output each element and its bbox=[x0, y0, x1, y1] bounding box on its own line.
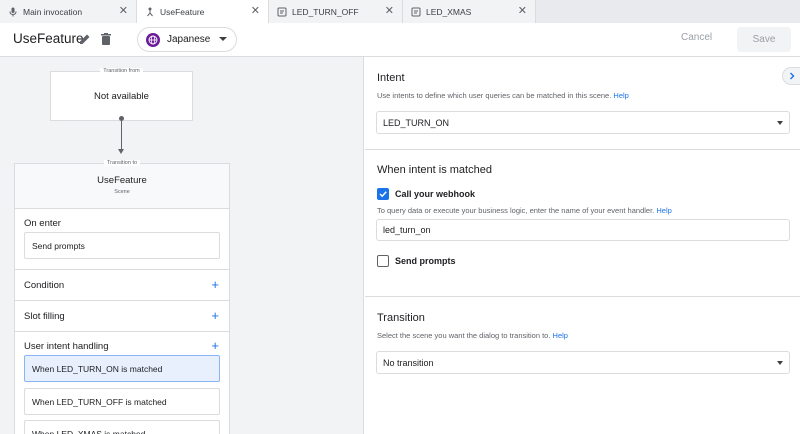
on-enter-section: On enter Send prompts bbox=[15, 209, 229, 270]
intent-handler-item[interactable]: When LED_TURN_OFF is matched bbox=[24, 388, 220, 415]
webhook-description-text: To query data or execute your business l… bbox=[377, 206, 655, 215]
transition-to-caption: Transition to bbox=[103, 160, 141, 166]
intent-select[interactable]: LED_TURN_ON bbox=[376, 111, 790, 134]
send-prompts-checkbox[interactable] bbox=[377, 255, 389, 267]
slot-filling-label: Slot filling bbox=[24, 311, 65, 322]
condition-section[interactable]: Condition + bbox=[15, 270, 229, 301]
divider bbox=[365, 296, 800, 297]
page-title: UseFeature bbox=[13, 31, 84, 46]
handler-name-input[interactable]: led_turn_on bbox=[376, 219, 790, 241]
close-icon[interactable]: ✕ bbox=[119, 6, 128, 17]
add-condition-icon[interactable]: + bbox=[211, 278, 219, 291]
tab-label: LED_XMAS bbox=[426, 6, 472, 17]
send-prompts-label: Send prompts bbox=[395, 256, 456, 266]
on-enter-label: On enter bbox=[24, 218, 61, 229]
close-icon[interactable]: ✕ bbox=[518, 6, 527, 17]
intent-description: Use intents to define which user queries… bbox=[377, 91, 629, 100]
tab-bar: Main invocation ✕ UseFeature ✕ LED_TURN_… bbox=[0, 0, 800, 23]
language-selector[interactable]: Japanese bbox=[137, 27, 237, 52]
webhook-description: To query data or execute your business l… bbox=[377, 206, 672, 215]
language-label: Japanese bbox=[167, 34, 211, 45]
add-intent-icon[interactable]: + bbox=[211, 339, 219, 352]
intent-handler-panel: Intent Use intents to define which user … bbox=[365, 57, 800, 434]
tab-label: UseFeature bbox=[160, 6, 205, 17]
save-button[interactable]: Save bbox=[737, 27, 791, 52]
webhook-help-link[interactable]: Help bbox=[656, 206, 671, 215]
when-matched-heading: When intent is matched bbox=[377, 164, 492, 176]
divider bbox=[365, 149, 800, 150]
handler-name-value: led_turn_on bbox=[383, 225, 431, 235]
chevron-down-icon bbox=[219, 37, 227, 41]
intent-icon bbox=[277, 7, 287, 17]
add-slot-icon[interactable]: + bbox=[211, 309, 219, 322]
connector-line bbox=[121, 121, 122, 151]
intent-description-text: Use intents to define which user queries… bbox=[377, 91, 612, 100]
transition-select[interactable]: No transition bbox=[376, 351, 790, 374]
tab-label: LED_TURN_OFF bbox=[292, 6, 359, 17]
user-intent-handling-label: User intent handling bbox=[24, 341, 109, 352]
check-icon bbox=[379, 191, 387, 198]
edit-icon[interactable] bbox=[78, 32, 92, 46]
scene-card-header[interactable]: UseFeature Scene bbox=[15, 164, 229, 209]
tab-led-turn-off[interactable]: LED_TURN_OFF ✕ bbox=[269, 0, 403, 23]
transition-from-value: Not available bbox=[94, 91, 149, 102]
transition-help-link[interactable]: Help bbox=[553, 331, 568, 340]
expand-panel-button[interactable] bbox=[782, 67, 800, 85]
webhook-label: Call your webhook bbox=[395, 189, 476, 199]
transition-from-caption: Transition from bbox=[100, 68, 143, 74]
transition-from-node: Transition from Not available bbox=[50, 68, 193, 121]
intent-handler-item[interactable]: When LED_XMAS is matched bbox=[24, 420, 220, 434]
tab-led-xmas[interactable]: LED_XMAS ✕ bbox=[403, 0, 536, 23]
scene-header: UseFeature Japanese Cancel Save bbox=[0, 23, 800, 57]
transition-description: Select the scene you want the dialog to … bbox=[377, 331, 568, 340]
chevron-down-icon bbox=[777, 121, 783, 125]
scene-icon bbox=[145, 7, 155, 17]
tab-main-invocation[interactable]: Main invocation ✕ bbox=[0, 0, 137, 23]
scene-name: UseFeature bbox=[97, 175, 147, 186]
webhook-checkbox[interactable] bbox=[377, 188, 389, 200]
globe-icon bbox=[146, 32, 160, 47]
chevron-down-icon bbox=[777, 361, 783, 365]
condition-label: Condition bbox=[24, 280, 65, 291]
close-icon[interactable]: ✕ bbox=[251, 6, 260, 17]
intent-icon bbox=[411, 7, 421, 17]
tab-label: Main invocation bbox=[23, 6, 83, 17]
cancel-button[interactable]: Cancel bbox=[681, 32, 712, 43]
close-icon[interactable]: ✕ bbox=[385, 6, 394, 17]
transition-description-text: Select the scene you want the dialog to … bbox=[377, 331, 551, 340]
arrow-down-icon bbox=[118, 149, 124, 154]
scene-type: Scene bbox=[114, 189, 130, 195]
user-intent-handling-section: User intent handling + When LED_TURN_ON … bbox=[15, 332, 229, 434]
transition-select-value: No transition bbox=[383, 357, 434, 368]
microphone-icon bbox=[8, 7, 18, 17]
transition-heading: Transition bbox=[377, 312, 425, 324]
intent-select-value: LED_TURN_ON bbox=[383, 117, 450, 128]
delete-icon[interactable] bbox=[99, 32, 113, 46]
scene-canvas: Transition from Not available Transition… bbox=[0, 57, 364, 434]
on-enter-item[interactable]: Send prompts bbox=[24, 232, 220, 259]
intent-handler-item[interactable]: When LED_TURN_ON is matched bbox=[24, 355, 220, 382]
slot-filling-section[interactable]: Slot filling + bbox=[15, 301, 229, 332]
chevron-right-icon bbox=[789, 72, 794, 80]
intent-heading: Intent bbox=[377, 72, 405, 84]
intent-help-link[interactable]: Help bbox=[613, 91, 628, 100]
tab-usefeature[interactable]: UseFeature ✕ bbox=[137, 0, 269, 23]
scene-card: Transition to UseFeature Scene On enter … bbox=[14, 160, 230, 434]
